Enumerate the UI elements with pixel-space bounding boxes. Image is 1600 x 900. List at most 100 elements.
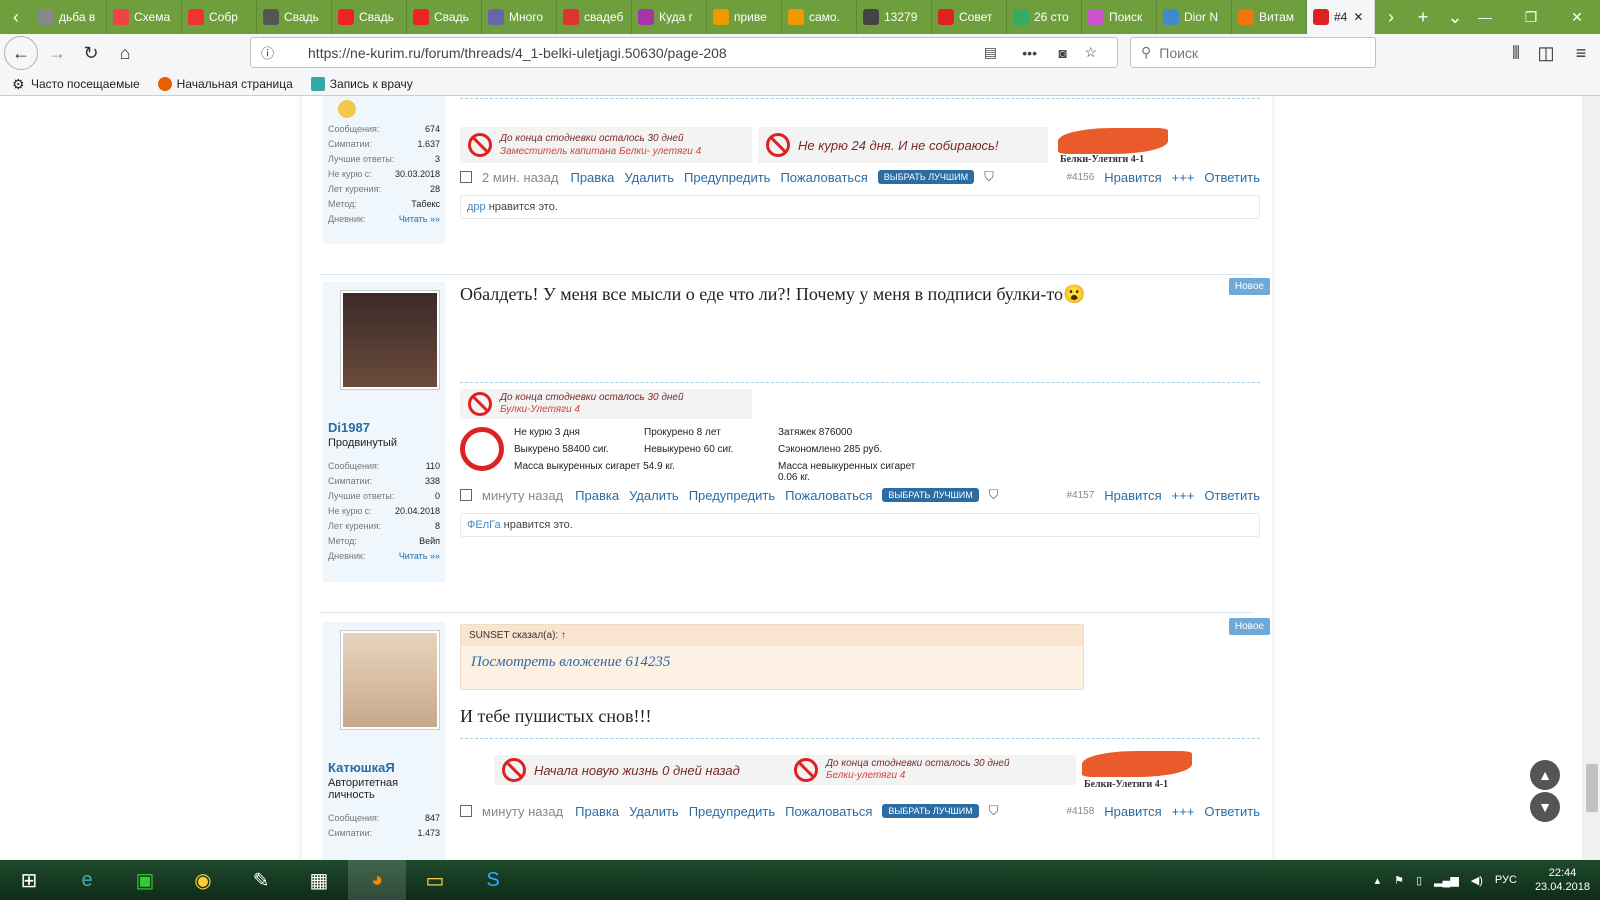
- browser-tab[interactable]: свадеб: [557, 0, 632, 34]
- like-link[interactable]: Нравится: [1104, 488, 1161, 503]
- post-number[interactable]: #4156: [1066, 172, 1094, 183]
- bookmark-appointment[interactable]: Запись к врачу: [310, 76, 413, 91]
- network-icon[interactable]: ▂▄▆: [1434, 874, 1459, 887]
- search-box[interactable]: ⚲ Поиск: [1130, 37, 1376, 68]
- browser-tab[interactable]: #4 ✕: [1307, 0, 1375, 34]
- browser-tab[interactable]: Куда г: [632, 0, 707, 34]
- browser-tab[interactable]: Собр: [182, 0, 257, 34]
- report-link[interactable]: Пожаловаться: [785, 804, 872, 819]
- browser-tab[interactable]: Dior N: [1157, 0, 1232, 34]
- chrome-icon[interactable]: ◉: [174, 860, 232, 900]
- browser-tab[interactable]: Схема: [107, 0, 182, 34]
- best-answer-button[interactable]: ВЫБРАТЬ ЛУЧШИМ: [882, 804, 979, 818]
- browser-tab[interactable]: Свадь: [407, 0, 482, 34]
- more-link[interactable]: +++: [1172, 170, 1195, 185]
- restore-icon[interactable]: ❐: [1508, 0, 1554, 34]
- stat-value[interactable]: Читать »»: [399, 551, 440, 561]
- delete-link[interactable]: Удалить: [624, 170, 674, 185]
- browser-tab[interactable]: Витам: [1232, 0, 1307, 34]
- back-button[interactable]: ←: [4, 36, 38, 70]
- tray-arrow-icon[interactable]: ▴: [1375, 874, 1381, 887]
- post-time[interactable]: 2 мин. назад: [482, 170, 558, 185]
- library-icon[interactable]: ⫴: [1501, 38, 1531, 68]
- home-button[interactable]: ⌂: [110, 38, 140, 68]
- warn-link[interactable]: Предупредить: [689, 488, 775, 503]
- reader-view-icon[interactable]: ▤: [984, 44, 997, 61]
- page-actions-icon[interactable]: •••: [1022, 45, 1037, 61]
- url-bar[interactable]: ⓘ https://ne-kurim.ru/forum/threads/4_1-…: [250, 37, 1118, 68]
- paint-icon[interactable]: ✎: [232, 860, 290, 900]
- attachment-link[interactable]: Посмотреть вложение 614235: [461, 646, 1083, 679]
- info-icon[interactable]: ⓘ: [261, 43, 274, 62]
- close-window-icon[interactable]: ✕: [1554, 0, 1600, 34]
- bookmark-icon[interactable]: ⛉: [984, 169, 994, 185]
- more-link[interactable]: +++: [1172, 488, 1195, 503]
- browser-tab[interactable]: Совет: [932, 0, 1007, 34]
- post-time[interactable]: минуту назад: [482, 488, 563, 503]
- best-answer-button[interactable]: ВЫБРАТЬ ЛУЧШИМ: [882, 488, 979, 502]
- quote-author[interactable]: SUNSET сказал(а): ↑: [461, 625, 1083, 646]
- scroll-tabs-left-icon[interactable]: ‹: [0, 0, 32, 34]
- menu-icon[interactable]: ≡: [1566, 38, 1596, 68]
- flag-icon[interactable]: ⚑: [1394, 874, 1404, 887]
- bookmark-icon[interactable]: ⛉: [989, 803, 999, 819]
- calculator-icon[interactable]: ▦: [290, 860, 348, 900]
- like-link[interactable]: Нравится: [1104, 804, 1161, 819]
- username-link[interactable]: КатюшкаЯ: [328, 760, 440, 775]
- store-icon[interactable]: ▣: [116, 860, 174, 900]
- liker-link[interactable]: ФЕлГа: [467, 519, 501, 531]
- more-link[interactable]: +++: [1172, 804, 1195, 819]
- post-number[interactable]: #4158: [1066, 806, 1094, 817]
- pocket-icon[interactable]: ◙: [1059, 45, 1067, 61]
- internet-explorer-icon[interactable]: e: [58, 860, 116, 900]
- report-link[interactable]: Пожаловаться: [785, 488, 872, 503]
- delete-link[interactable]: Удалить: [629, 488, 679, 503]
- volume-icon[interactable]: ◀): [1471, 874, 1483, 887]
- browser-tab[interactable]: Свадь: [257, 0, 332, 34]
- bookmark-most-visited[interactable]: ⚙ Часто посещаемые: [12, 77, 140, 91]
- bookmark-star-icon[interactable]: ☆: [1084, 44, 1097, 61]
- edit-link[interactable]: Правка: [575, 804, 619, 819]
- reply-link[interactable]: Ответить: [1204, 488, 1260, 503]
- post-time[interactable]: минуту назад: [482, 804, 563, 819]
- browser-tab[interactable]: Поиск: [1082, 0, 1157, 34]
- skype-icon[interactable]: S: [464, 860, 522, 900]
- browser-tab[interactable]: 26 сто: [1007, 0, 1082, 34]
- delete-link[interactable]: Удалить: [629, 804, 679, 819]
- edit-link[interactable]: Правка: [570, 170, 614, 185]
- language-indicator[interactable]: РУС: [1495, 874, 1517, 886]
- scroll-tabs-right-icon[interactable]: ›: [1375, 0, 1407, 34]
- avatar[interactable]: [340, 630, 440, 730]
- scroll-down-icon[interactable]: ▼: [1530, 792, 1560, 822]
- reply-link[interactable]: Ответить: [1204, 804, 1260, 819]
- like-link[interactable]: Нравится: [1104, 170, 1161, 185]
- sidebar-icon[interactable]: ◫: [1531, 38, 1561, 68]
- browser-tab[interactable]: дьба в: [32, 0, 107, 34]
- avatar[interactable]: [340, 290, 440, 390]
- scrollbar-thumb[interactable]: [1586, 764, 1598, 812]
- select-checkbox[interactable]: [460, 805, 472, 817]
- browser-tab[interactable]: 13279: [857, 0, 932, 34]
- browser-tab[interactable]: Много: [482, 0, 557, 34]
- stat-value[interactable]: Читать »»: [399, 214, 440, 224]
- post-number[interactable]: #4157: [1066, 490, 1094, 501]
- warn-link[interactable]: Предупредить: [689, 804, 775, 819]
- best-answer-button[interactable]: ВЫБРАТЬ ЛУЧШИМ: [877, 170, 975, 184]
- close-tab-icon[interactable]: ✕: [1353, 10, 1363, 24]
- scroll-up-icon[interactable]: ▲: [1530, 760, 1560, 790]
- reload-button[interactable]: ↻: [76, 38, 106, 68]
- battery-icon[interactable]: ▯: [1416, 874, 1422, 887]
- browser-tab[interactable]: само.: [782, 0, 857, 34]
- clock[interactable]: 22:44 23.04.2018: [1535, 866, 1590, 894]
- start-icon[interactable]: ⊞: [0, 860, 58, 900]
- page-scrollbar[interactable]: [1582, 96, 1600, 860]
- report-link[interactable]: Пожаловаться: [780, 170, 867, 185]
- liker-link[interactable]: дрр: [467, 201, 486, 213]
- firefox-taskbar-icon[interactable]: ◕: [348, 860, 406, 900]
- select-checkbox[interactable]: [460, 171, 472, 183]
- edit-link[interactable]: Правка: [575, 488, 619, 503]
- select-checkbox[interactable]: [460, 489, 472, 501]
- explorer-icon[interactable]: ▭: [406, 860, 464, 900]
- bookmark-start-page[interactable]: Начальная страница: [157, 76, 293, 91]
- reply-link[interactable]: Ответить: [1204, 170, 1260, 185]
